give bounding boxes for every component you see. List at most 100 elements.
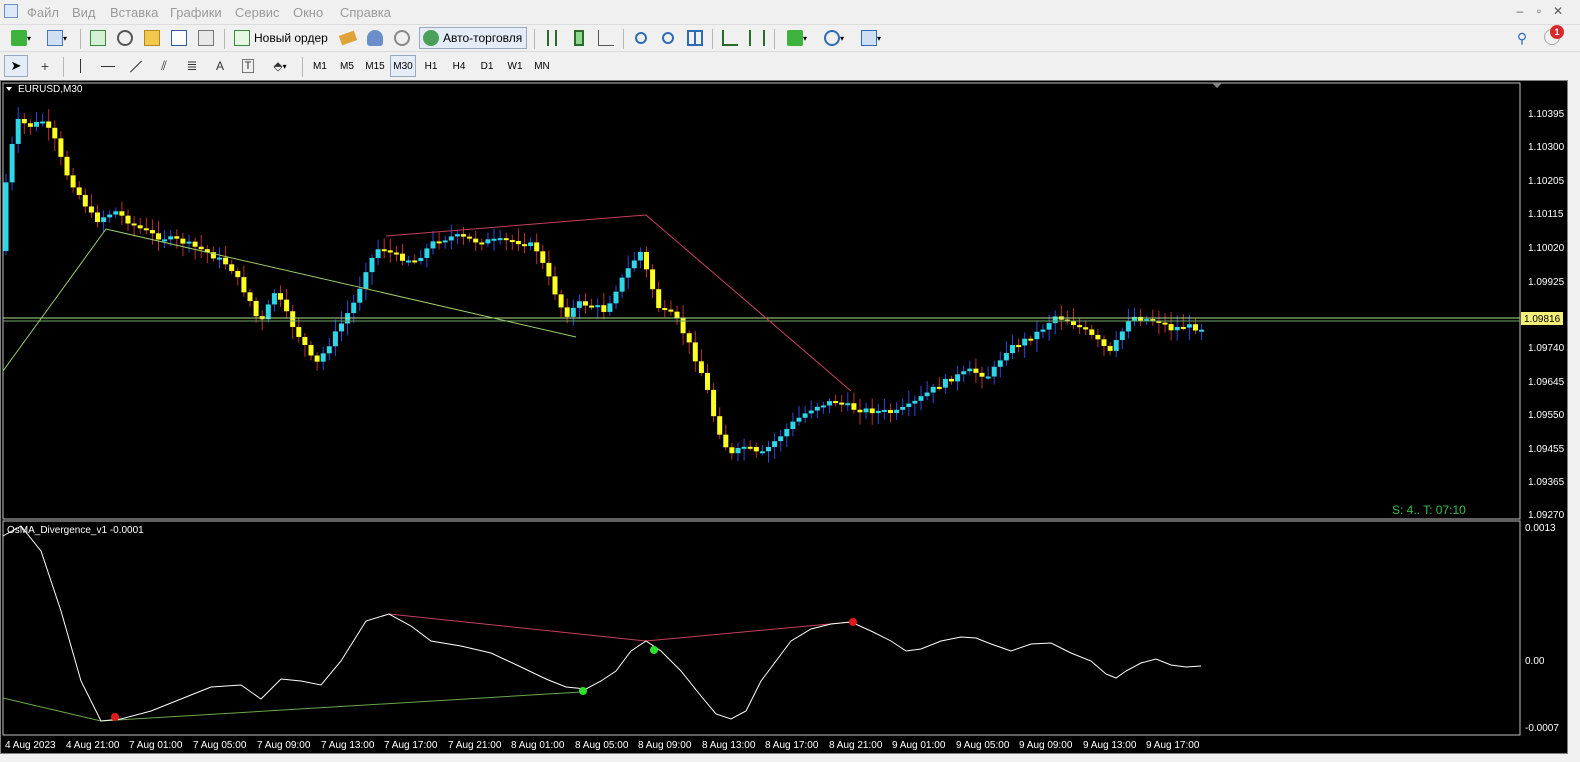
fibonacci-icon: ≣ (186, 58, 198, 73)
tile-windows-icon (687, 30, 703, 46)
candle-body (64, 156, 70, 176)
candle-body (772, 441, 778, 447)
restore-icon[interactable]: ▫ (1532, 4, 1546, 18)
candle-body (930, 386, 936, 393)
bar-chart-button[interactable] (541, 27, 563, 49)
candle-body (839, 402, 845, 405)
price-label: 1.09740 (1528, 343, 1565, 354)
candle-body (686, 333, 692, 343)
cursor-tool[interactable]: ➤ (4, 55, 28, 77)
new-order-button[interactable]: Новый ордер (231, 27, 331, 49)
timeframe-h1[interactable]: H1 (418, 55, 444, 77)
menu-tools[interactable]: Сервис (235, 5, 280, 20)
signals-button[interactable] (391, 27, 413, 49)
price-label: 1.10205 (1528, 176, 1565, 187)
zoom-out-button[interactable] (657, 27, 679, 49)
new-chart-button[interactable]: ▾ (6, 27, 36, 49)
autotrading-button[interactable]: Авто-торговля (419, 27, 527, 49)
timeframe-h4[interactable]: H4 (446, 55, 472, 77)
chart-shift-button[interactable] (746, 27, 768, 49)
menu-window[interactable]: Окно (293, 5, 323, 20)
time-label: 7 Aug 21:00 (448, 740, 502, 751)
minimize-icon[interactable]: – (1513, 4, 1527, 18)
terminal-button[interactable] (168, 27, 190, 49)
indicators-button[interactable]: ▾ (781, 27, 813, 49)
time-label: 8 Aug 09:00 (638, 740, 692, 751)
metaeditor-button[interactable] (337, 27, 359, 49)
profiles-button[interactable]: ▾ (42, 27, 72, 49)
time-label: 7 Aug 17:00 (384, 740, 438, 751)
notifications-button[interactable]: 1 (1540, 25, 1564, 48)
terminal-icon (171, 30, 187, 46)
search-button[interactable]: ⚲ (1512, 27, 1532, 49)
market-watch-icon (90, 30, 106, 46)
text-label-tool[interactable]: T (236, 55, 260, 77)
line-chart-button[interactable] (595, 27, 617, 49)
timeframe-d1[interactable]: D1 (474, 55, 500, 77)
trendline-tool[interactable] (124, 55, 148, 77)
time-label: 4 Aug 21:00 (66, 740, 120, 751)
equidistant-channel-tool[interactable]: ⫽ (152, 55, 176, 77)
menu-help[interactable]: Справка (340, 5, 391, 20)
timeframe-m15[interactable]: M15 (362, 55, 388, 77)
price-label: 1.09550 (1528, 410, 1565, 421)
candlestick-icon (574, 30, 584, 46)
candle-body (558, 294, 564, 308)
candle-body (619, 277, 625, 292)
timeframe-m30[interactable]: M30 (390, 55, 416, 77)
indicators-icon (786, 30, 803, 46)
candle-body (1199, 329, 1205, 332)
menu-file[interactable]: Файл (27, 5, 59, 20)
candle-body (528, 242, 534, 247)
market-watch-button[interactable] (87, 27, 109, 49)
candle-body (174, 236, 180, 239)
templates-button[interactable]: ▾ (855, 27, 887, 49)
menu-insert[interactable]: Вставка (110, 5, 158, 20)
menu-bar: Файл Вид Вставка Графики Сервис Окно Спр… (0, 0, 1580, 24)
text-tool[interactable]: A (208, 55, 232, 77)
candle-body (369, 257, 375, 273)
candle-body (3, 182, 9, 251)
navigator-button[interactable] (114, 27, 136, 49)
autotrading-icon (423, 30, 439, 46)
close-icon[interactable]: ✕ (1551, 4, 1565, 18)
timeframe-m1[interactable]: M1 (307, 55, 333, 77)
horizontal-line-tool[interactable] (96, 55, 120, 77)
time-label: 7 Aug 05:00 (193, 740, 247, 751)
vertical-line-tool[interactable] (68, 55, 92, 77)
shapes-tool[interactable]: ⬘ ▾ (264, 55, 296, 77)
candle-body (692, 342, 698, 362)
periods-button[interactable]: ▾ (818, 27, 850, 49)
zoom-in-button[interactable] (630, 27, 652, 49)
chart-window[interactable]: EURUSD,M30 1.10395 1.10300 1.10205 1.101… (0, 80, 1568, 754)
tile-windows-button[interactable] (684, 27, 706, 49)
candle-body (448, 236, 454, 241)
fibonacci-tool[interactable]: ≣ (180, 55, 204, 77)
candlestick-button[interactable] (568, 27, 590, 49)
candle-body (1052, 316, 1058, 324)
candle-body (95, 212, 100, 223)
crosshair-icon: + (40, 58, 50, 74)
candle-body (1193, 324, 1198, 331)
drawing-toolbar: ➤ + ⫽ ≣ A T ⬘ ▾ M1 M5 M15 M30 H1 H4 D1 W1… (0, 51, 1580, 80)
favorites-button[interactable] (141, 27, 163, 49)
crosshair-tool[interactable]: + (33, 55, 57, 77)
candle-body (564, 307, 570, 317)
candle-body (82, 194, 88, 207)
search-icon: ⚲ (1516, 29, 1528, 46)
candle-body (247, 292, 253, 301)
chart-canvas[interactable]: EURUSD,M30 1.10395 1.10300 1.10205 1.101… (1, 81, 1567, 753)
menu-view[interactable]: Вид (72, 5, 96, 20)
candle-body (790, 421, 796, 429)
candle-body (58, 138, 64, 157)
community-button[interactable] (364, 27, 386, 49)
timeframe-mn[interactable]: MN (529, 55, 555, 77)
strategy-tester-button[interactable] (195, 27, 217, 49)
candle-body (198, 246, 204, 250)
menu-charts[interactable]: Графики (170, 5, 222, 20)
timeframe-w1[interactable]: W1 (502, 55, 528, 77)
auto-scroll-button[interactable] (719, 27, 741, 49)
candle-body (705, 373, 710, 390)
candle-body (473, 238, 479, 243)
timeframe-m5[interactable]: M5 (334, 55, 360, 77)
